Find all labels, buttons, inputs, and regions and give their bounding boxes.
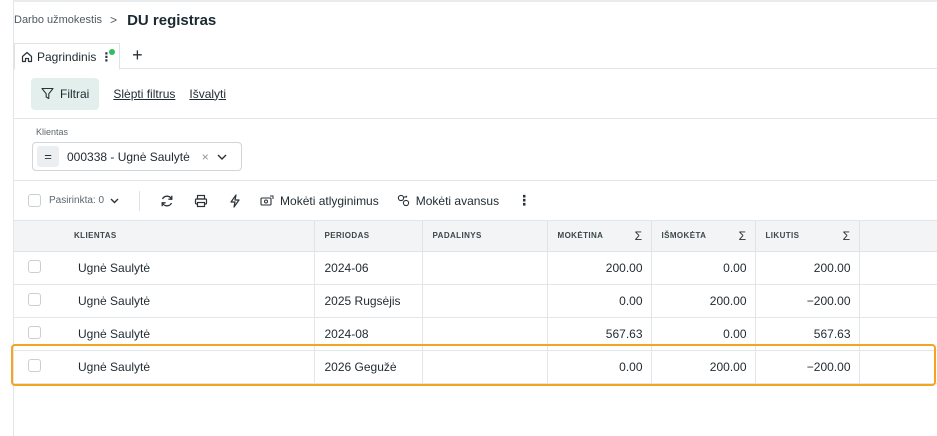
filter-button-label: Filtrai — [60, 86, 90, 101]
table-row[interactable]: Ugnė Saulytė 2026 Gegužė 0.00 200.00 −20… — [14, 350, 937, 384]
coins-icon — [397, 194, 409, 207]
breadcrumb: Darbo užmokestis > DU registras — [14, 10, 216, 30]
payment-icon — [260, 195, 274, 206]
action-toolbar: Pasirinkta: 0 Mokėti atlyginimus Mokėti … — [14, 181, 937, 221]
filter-funnel-icon — [41, 87, 54, 100]
cell-likutis: −200.00 — [755, 350, 860, 384]
column-header-label: IŠMOKĖTA — [661, 231, 707, 241]
row-checkbox[interactable] — [28, 259, 41, 273]
column-header-periodas[interactable]: PERIODAS — [314, 221, 423, 252]
cell-periodas: 2024-08 — [314, 317, 423, 351]
pay-advance-button[interactable]: Mokėti avansus — [397, 194, 499, 208]
column-header-moketina[interactable]: MOKĖTINA Σ — [547, 221, 652, 252]
tab-label: Pagrindinis — [37, 49, 97, 64]
add-tab-button[interactable]: + — [124, 42, 150, 68]
cell-periodas: 2024-06 — [314, 251, 423, 285]
cell-padalinys — [422, 251, 548, 285]
cell-padalinys — [422, 350, 548, 384]
selected-count-label: Pasirinkta: 0 — [49, 195, 105, 206]
clear-selection-icon[interactable]: × — [202, 150, 209, 164]
selected-count-dropdown[interactable]: Pasirinkta: 0 — [49, 195, 119, 206]
row-checkbox[interactable] — [28, 325, 41, 339]
pay-salary-label: Mokėti atlyginimus — [280, 193, 379, 208]
hide-filters-link[interactable]: Slėpti filtrus — [113, 87, 175, 101]
cell-moketina: 0.00 — [547, 350, 652, 384]
top-border — [0, 0, 937, 2]
page-title: DU registras — [127, 11, 217, 29]
toolbar-divider — [139, 190, 141, 211]
cell-klientas: Ugnė Saulytė — [64, 317, 315, 351]
table-row[interactable]: Ugnė Saulytė 2024-08 567.63 0.00 567.63 — [14, 317, 937, 351]
client-field-label: Klientas — [36, 127, 69, 137]
client-select-value: 000338 - Ugnė Saulytė — [67, 149, 190, 164]
column-header-label: LIKUTIS — [765, 231, 800, 241]
sigma-icon[interactable]: Σ — [739, 229, 747, 243]
column-header-empty — [859, 221, 937, 252]
cell-klientas: Ugnė Saulytė — [64, 251, 315, 285]
header-checkbox-cell — [14, 221, 64, 252]
cell-klientas: Ugnė Saulytė — [64, 284, 315, 318]
operator-selector[interactable]: = — [37, 146, 59, 167]
cell-likutis: 567.63 — [755, 317, 860, 351]
sigma-icon[interactable]: Σ — [843, 229, 851, 243]
cell-ismoketa: 200.00 — [651, 284, 756, 318]
row-checkbox[interactable] — [28, 292, 41, 306]
cell-ismoketa: 0.00 — [651, 317, 756, 351]
home-icon — [21, 51, 33, 63]
tab-status-dot — [109, 49, 116, 55]
filter-button[interactable]: Filtrai — [31, 77, 100, 110]
cell-empty — [859, 251, 937, 285]
tab-bar: Pagrindinis ⋮ + — [14, 42, 937, 70]
chevron-down-icon — [110, 198, 119, 203]
row-checkbox-cell[interactable] — [14, 317, 64, 351]
clear-filters-link[interactable]: Išvalyti — [189, 87, 226, 101]
cell-periodas: 2025 Rugsėjis — [314, 284, 423, 318]
column-header-label: MOKĖTINA — [557, 231, 604, 241]
cell-likutis: 200.00 — [755, 251, 860, 285]
refresh-icon[interactable] — [158, 192, 176, 210]
cell-empty — [859, 350, 937, 384]
cell-moketina: 200.00 — [547, 251, 652, 285]
cell-periodas: 2026 Gegužė — [314, 350, 423, 384]
pay-advance-label: Mokėti avansus — [415, 193, 500, 208]
cell-empty — [859, 284, 937, 318]
cell-likutis: −200.00 — [755, 284, 860, 318]
pay-salary-button[interactable]: Mokėti atlyginimus — [260, 194, 379, 208]
column-header-ismoketa[interactable]: IŠMOKĖTA Σ — [651, 221, 756, 252]
chevron-down-icon[interactable] — [217, 154, 227, 160]
filter-panel: Klientas = 000338 - Ugnė Saulytė × — [14, 119, 937, 181]
cell-padalinys — [422, 317, 548, 351]
registry-table: KLIENTAS PERIODAS PADALINYS MOKĖTINA Σ IŠ… — [14, 221, 937, 384]
row-checkbox-cell[interactable] — [14, 251, 64, 285]
table-header-row: KLIENTAS PERIODAS PADALINYS MOKĖTINA Σ IŠ… — [14, 221, 937, 252]
cell-padalinys — [422, 284, 548, 318]
tab-pagrindinis[interactable]: Pagrindinis ⋮ — [14, 43, 121, 70]
column-header-likutis[interactable]: LIKUTIS Σ — [755, 221, 860, 252]
cell-moketina: 567.63 — [547, 317, 652, 351]
select-all-checkbox[interactable] — [28, 194, 41, 207]
breadcrumb-separator: > — [110, 13, 118, 27]
table-row[interactable]: Ugnė Saulytė 2025 Rugsėjis 0.00 200.00 −… — [14, 284, 937, 318]
more-actions-icon[interactable]: ⋮ — [517, 192, 531, 209]
cell-empty — [859, 317, 937, 351]
breadcrumb-parent-link[interactable]: Darbo užmokestis — [14, 14, 102, 26]
cell-moketina: 0.00 — [547, 284, 652, 318]
table-row[interactable]: Ugnė Saulytė 2024-06 200.00 0.00 200.00 — [14, 251, 937, 285]
column-header-klientas[interactable]: KLIENTAS — [64, 221, 315, 252]
cell-ismoketa: 200.00 — [651, 350, 756, 384]
row-checkbox-cell[interactable] — [14, 284, 64, 318]
print-icon[interactable] — [192, 192, 210, 210]
row-checkbox-cell[interactable] — [14, 350, 64, 384]
sigma-icon[interactable]: Σ — [635, 229, 643, 243]
client-select[interactable]: = 000338 - Ugnė Saulytė × — [32, 142, 242, 171]
left-sidebar-edge — [0, 0, 14, 436]
cell-ismoketa: 0.00 — [651, 251, 756, 285]
cell-klientas: Ugnė Saulytė — [64, 350, 315, 384]
filter-toolbar: Filtrai Slėpti filtrus Išvalyti — [14, 69, 937, 119]
column-header-padalinys[interactable]: PADALINYS — [422, 221, 548, 252]
row-checkbox[interactable] — [28, 358, 41, 372]
lightning-icon[interactable] — [226, 192, 244, 210]
